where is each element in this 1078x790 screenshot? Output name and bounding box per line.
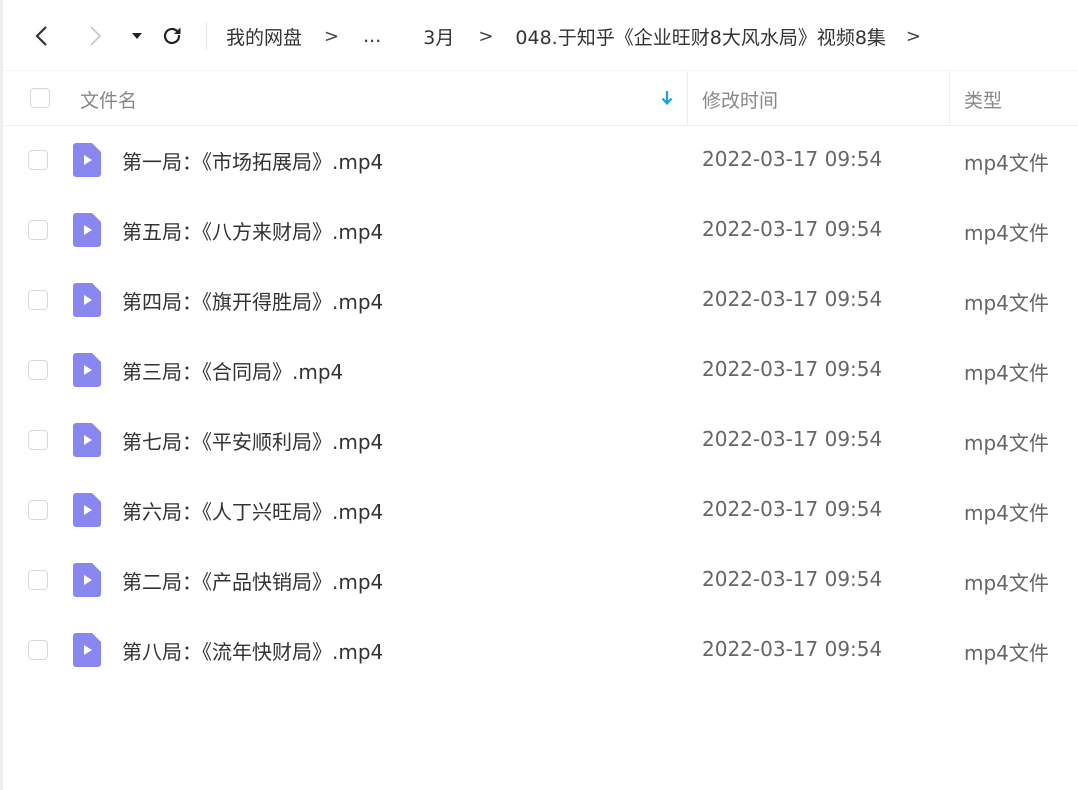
- refresh-icon: [163, 27, 181, 45]
- file-name[interactable]: 第六局：《人丁兴旺局》.mp4: [122, 496, 383, 525]
- caret-down-icon: [132, 33, 142, 39]
- video-file-icon: [73, 213, 101, 247]
- breadcrumb-separator: >: [905, 25, 921, 47]
- video-file-icon: [73, 493, 101, 527]
- file-browser-window: 我的网盘 > ... 3月 > 048.于知乎《企业旺财8大风水局》视频8集 >…: [0, 0, 1078, 790]
- video-file-icon: [73, 353, 101, 387]
- row-checkbox[interactable]: [28, 570, 48, 590]
- column-divider[interactable]: [949, 71, 950, 125]
- table-row[interactable]: 第四局：《旗开得胜局》.mp4 2022-03-17 09:54 mp4文件: [3, 265, 1078, 335]
- table-row[interactable]: 第七局：《平安顺利局》.mp4 2022-03-17 09:54 mp4文件: [3, 405, 1078, 475]
- forward-button[interactable]: [80, 20, 110, 52]
- file-modified-time: 2022-03-17 09:54: [702, 217, 883, 241]
- row-checkbox[interactable]: [28, 500, 48, 520]
- table-row[interactable]: 第一局：《市场拓展局》.mp4 2022-03-17 09:54 mp4文件: [3, 125, 1078, 195]
- row-checkbox[interactable]: [28, 640, 48, 660]
- table-row[interactable]: 第八局：《流年快财局》.mp4 2022-03-17 09:54 mp4文件: [3, 615, 1078, 685]
- file-modified-time: 2022-03-17 09:54: [702, 287, 883, 311]
- breadcrumb-separator: >: [478, 25, 494, 47]
- table-row[interactable]: 第五局：《八方来财局》.mp4 2022-03-17 09:54 mp4文件: [3, 195, 1078, 265]
- table-row[interactable]: 第六局：《人丁兴旺局》.mp4 2022-03-17 09:54 mp4文件: [3, 475, 1078, 545]
- history-dropdown-button[interactable]: [122, 20, 152, 52]
- file-name[interactable]: 第八局：《流年快财局》.mp4: [122, 636, 383, 665]
- breadcrumb-current-folder[interactable]: 048.于知乎《企业旺财8大风水局》视频8集: [515, 23, 885, 50]
- file-name[interactable]: 第四局：《旗开得胜局》.mp4: [122, 286, 383, 315]
- file-type: mp4文件: [964, 151, 1049, 175]
- file-modified-time: 2022-03-17 09:54: [702, 637, 883, 661]
- file-name[interactable]: 第七局：《平安顺利局》.mp4: [122, 426, 383, 455]
- file-modified-time: 2022-03-17 09:54: [702, 147, 883, 171]
- file-list: 第一局：《市场拓展局》.mp4 2022-03-17 09:54 mp4文件 第…: [3, 125, 1078, 685]
- file-modified-time: 2022-03-17 09:54: [702, 497, 883, 521]
- row-checkbox[interactable]: [28, 430, 48, 450]
- file-type: mp4文件: [964, 431, 1049, 455]
- sort-down-arrow-icon[interactable]: [659, 86, 675, 110]
- breadcrumb-ellipsis[interactable]: ...: [363, 25, 381, 47]
- file-name[interactable]: 第二局：《产品快销局》.mp4: [122, 566, 383, 595]
- navigation-toolbar: 我的网盘 > ... 3月 > 048.于知乎《企业旺财8大风水局》视频8集 >: [0, 0, 1078, 70]
- row-checkbox[interactable]: [28, 150, 48, 170]
- breadcrumb-root[interactable]: 我的网盘: [226, 23, 302, 50]
- file-type: mp4文件: [964, 291, 1049, 315]
- table-row[interactable]: 第三局：《合同局》.mp4 2022-03-17 09:54 mp4文件: [3, 335, 1078, 405]
- chevron-left-icon: [35, 26, 47, 46]
- breadcrumb-month[interactable]: 3月: [423, 23, 454, 50]
- breadcrumb-separator: >: [324, 25, 340, 47]
- video-file-icon: [73, 143, 101, 177]
- breadcrumb: 我的网盘 > ... 3月 > 048.于知乎《企业旺财8大风水局》视频8集 >: [226, 20, 921, 52]
- video-file-icon: [73, 283, 101, 317]
- file-type: mp4文件: [964, 361, 1049, 385]
- video-file-icon: [73, 423, 101, 457]
- refresh-button[interactable]: [157, 20, 187, 52]
- chevron-right-icon: [90, 26, 102, 46]
- file-type: mp4文件: [964, 221, 1049, 245]
- column-divider[interactable]: [687, 71, 688, 125]
- file-type: mp4文件: [964, 641, 1049, 665]
- table-row[interactable]: 第二局：《产品快销局》.mp4 2022-03-17 09:54 mp4文件: [3, 545, 1078, 615]
- file-name[interactable]: 第五局：《八方来财局》.mp4: [122, 216, 383, 245]
- column-header-modified[interactable]: 修改时间: [702, 86, 778, 113]
- select-all-checkbox[interactable]: [30, 88, 50, 108]
- toolbar-divider: [206, 22, 207, 50]
- video-file-icon: [73, 633, 101, 667]
- file-type: mp4文件: [964, 571, 1049, 595]
- file-name[interactable]: 第三局：《合同局》.mp4: [122, 356, 343, 385]
- row-checkbox[interactable]: [28, 290, 48, 310]
- file-modified-time: 2022-03-17 09:54: [702, 357, 883, 381]
- video-file-icon: [73, 563, 101, 597]
- file-list-header: 文件名 修改时间 类型: [3, 70, 1078, 126]
- row-checkbox[interactable]: [28, 360, 48, 380]
- column-header-type[interactable]: 类型: [964, 86, 1002, 113]
- file-modified-time: 2022-03-17 09:54: [702, 567, 883, 591]
- row-checkbox[interactable]: [28, 220, 48, 240]
- file-type: mp4文件: [964, 501, 1049, 525]
- file-name[interactable]: 第一局：《市场拓展局》.mp4: [122, 146, 383, 175]
- back-button[interactable]: [27, 20, 57, 52]
- column-header-name[interactable]: 文件名: [80, 86, 137, 113]
- file-modified-time: 2022-03-17 09:54: [702, 427, 883, 451]
